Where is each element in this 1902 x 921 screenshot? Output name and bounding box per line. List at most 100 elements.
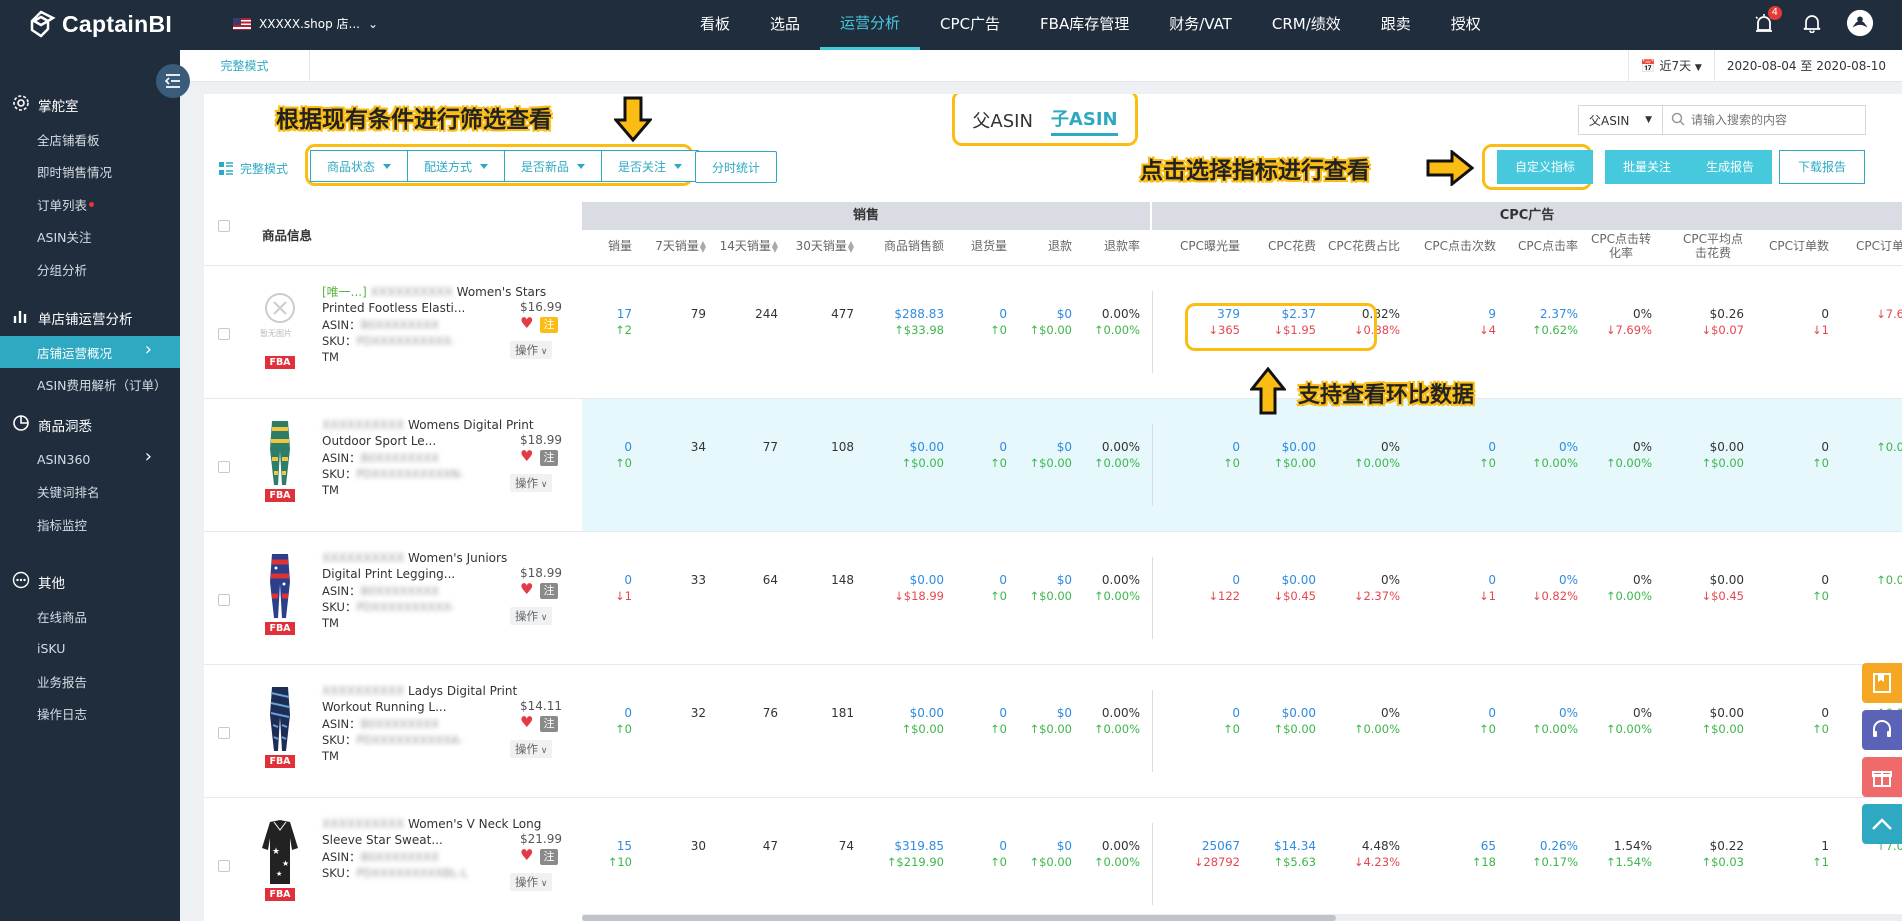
heart-icon[interactable]: ♥ <box>520 846 533 864</box>
column-header[interactable]: 30天销量▲ ▼ <box>796 239 854 253</box>
row-checkbox[interactable] <box>218 860 230 872</box>
column-header[interactable]: 退货量 <box>971 239 1007 253</box>
operations-dropdown[interactable]: 操作 ∨ <box>510 740 553 758</box>
follow-badge[interactable]: 注 <box>540 583 558 599</box>
filter-select[interactable]: 商品状态 <box>310 150 409 182</box>
sidebar-item[interactable]: 即时销售情况 <box>0 156 180 188</box>
column-header[interactable]: CPC订单数 <box>1769 239 1829 253</box>
column-header[interactable]: CPC曝光量 <box>1180 239 1240 253</box>
table-row[interactable]: ★ ★ ★ FBA XXXXXXXXXX Women's V Neck Long Sle… <box>204 798 1902 921</box>
column-header[interactable]: CPC花费 <box>1268 239 1316 253</box>
avatar[interactable] <box>1846 9 1874 37</box>
batch-follow-button[interactable]: 批量关注 <box>1605 150 1690 184</box>
sidebar-item[interactable]: ASIN费用解析（订单） <box>0 369 180 401</box>
sidebar-item[interactable]: 指标监控 <box>0 508 180 540</box>
nav-item[interactable]: CRM/绩效 <box>1252 0 1361 50</box>
sidebar-item[interactable]: iSKU <box>0 633 180 665</box>
sidebar-item[interactable]: 订单列表 <box>0 188 180 220</box>
sidebar-section[interactable]: 商品洞悉 <box>0 406 180 444</box>
nav-item[interactable]: FBA库存管理 <box>1020 0 1149 50</box>
sidebar-section[interactable]: 掌舵室 <box>0 86 180 124</box>
filter-select[interactable]: 是否关注 <box>602 150 700 182</box>
custom-metrics-button[interactable]: 自定义指标 <box>1497 150 1594 184</box>
scrollbar-thumb[interactable] <box>582 915 1336 921</box>
heart-icon[interactable]: ♥ <box>520 713 533 731</box>
tab-child-asin[interactable]: 子ASIN <box>1050 105 1118 136</box>
hourly-stats-button[interactable]: 分时统计 <box>695 151 778 183</box>
nav-item[interactable]: 财务/VAT <box>1149 0 1252 50</box>
nav-item[interactable]: 跟卖 <box>1361 0 1431 50</box>
heart-icon[interactable]: ♥ <box>520 447 533 465</box>
sidebar-item[interactable]: 在线商品 <box>0 600 180 632</box>
bookmark-icon[interactable] <box>1862 663 1902 703</box>
product-image[interactable]: ★ ★ ★ <box>256 818 304 886</box>
search-input[interactable] <box>1685 107 1865 133</box>
back-to-top-icon[interactable] <box>1862 804 1902 844</box>
sidebar-item[interactable]: 操作日志 <box>0 698 180 730</box>
product-image[interactable]: 暂无图片 <box>256 286 304 354</box>
sidebar-item[interactable]: ASIN关注 <box>0 221 180 253</box>
sidebar-item[interactable]: 分组分析 <box>0 253 180 285</box>
date-range-picker[interactable]: 2020-08-04 至 2020-08-10 <box>1713 50 1902 82</box>
headset-support-icon[interactable] <box>1862 710 1902 750</box>
operations-dropdown[interactable]: 操作 ∨ <box>510 607 553 625</box>
follow-badge[interactable]: 注 <box>540 716 558 732</box>
nav-item[interactable]: 看板 <box>680 0 750 50</box>
filter-select[interactable]: 配送方式 <box>408 150 506 182</box>
collapse-sidebar-button[interactable] <box>156 64 190 98</box>
logo[interactable]: CaptainBI <box>26 9 172 39</box>
nav-item[interactable]: 选品 <box>750 0 820 50</box>
filter-select[interactable]: 是否新品 <box>505 150 603 182</box>
sidebar-section[interactable]: 单店铺运营分析 <box>0 299 180 337</box>
follow-badge[interactable]: 注 <box>540 317 558 333</box>
table-row[interactable]: FBA XXXXXXXXXX Women's Juniors Digital Pr… <box>204 532 1902 665</box>
sidebar-item[interactable]: 业务报告 <box>0 665 180 697</box>
sidebar-section[interactable]: 其他 <box>0 563 180 601</box>
heart-icon[interactable]: ♥ <box>520 580 533 598</box>
follow-badge[interactable]: 注 <box>540 450 558 466</box>
tab-parent-asin[interactable]: 父ASIN <box>972 107 1033 133</box>
bell-icon[interactable] <box>1798 9 1826 37</box>
product-image[interactable] <box>256 685 304 753</box>
column-header[interactable]: 退款率 <box>1104 239 1140 253</box>
column-header[interactable]: 14天销量▲ ▼ <box>720 239 778 253</box>
column-header[interactable]: 商品销售额 <box>884 239 944 253</box>
nav-item[interactable]: CPC广告 <box>920 0 1020 50</box>
heart-icon[interactable]: ♥ <box>520 314 533 332</box>
column-header[interactable]: CPC订单 <box>1856 239 1902 253</box>
operations-dropdown[interactable]: 操作 ∨ <box>510 474 553 492</box>
row-checkbox[interactable] <box>218 594 230 606</box>
follow-badge[interactable]: 注 <box>540 849 558 865</box>
column-header[interactable]: CPC点击转化率 <box>1590 232 1652 260</box>
table-row[interactable]: 暂无图片 FBA [唯一...] XXXXXXXXXX Women's Stars P… <box>204 266 1902 399</box>
shop-selector[interactable]: XXXXX.shop 店... ⌄ <box>233 15 378 32</box>
column-header[interactable]: CPC花费占比 <box>1328 239 1400 253</box>
row-checkbox[interactable] <box>218 727 230 739</box>
product-image[interactable] <box>256 419 304 487</box>
download-report-button[interactable]: 下载报告 <box>1779 150 1866 184</box>
search-scope-select[interactable]: 父ASIN ▼ <box>1579 106 1663 134</box>
sidebar-item[interactable]: ASIN360 › <box>0 443 180 475</box>
row-checkbox[interactable] <box>218 461 230 473</box>
horizontal-scrollbar[interactable] <box>582 914 1902 921</box>
tab-full-mode[interactable]: 完整模式 <box>180 50 310 82</box>
column-header[interactable]: 7天销量▲ ▼ <box>655 239 706 253</box>
column-header[interactable]: CPC点击率 <box>1518 239 1578 253</box>
row-checkbox[interactable] <box>218 328 230 340</box>
column-header[interactable]: 销量 <box>608 239 632 253</box>
sidebar-item[interactable]: 全店铺看板 <box>0 123 180 155</box>
sidebar-item[interactable]: 店铺运营概况 › <box>0 336 180 368</box>
column-header[interactable]: 退款 <box>1048 239 1072 253</box>
generate-report-button[interactable]: 生成报告 <box>1688 150 1773 184</box>
mode-switch[interactable]: 完整模式 <box>218 160 288 177</box>
operations-dropdown[interactable]: 操作 ∨ <box>510 873 553 891</box>
operations-dropdown[interactable]: 操作 ∨ <box>510 341 553 359</box>
column-header[interactable]: CPC点击次数 <box>1424 239 1496 253</box>
gift-icon[interactable] <box>1862 757 1902 797</box>
table-row[interactable]: FBA XXXXXXXXXX Womens Digital Print Outdo… <box>204 399 1902 532</box>
nav-item[interactable]: 运营分析 <box>820 0 921 50</box>
nav-item[interactable]: 授权 <box>1431 0 1501 50</box>
table-row[interactable]: FBA XXXXXXXXXX Ladys Digital Print Workou… <box>204 665 1902 798</box>
date-preset-select[interactable]: 📅 近7天 ▼ <box>1627 50 1714 82</box>
column-header[interactable]: CPC平均点击花费 <box>1682 232 1744 260</box>
